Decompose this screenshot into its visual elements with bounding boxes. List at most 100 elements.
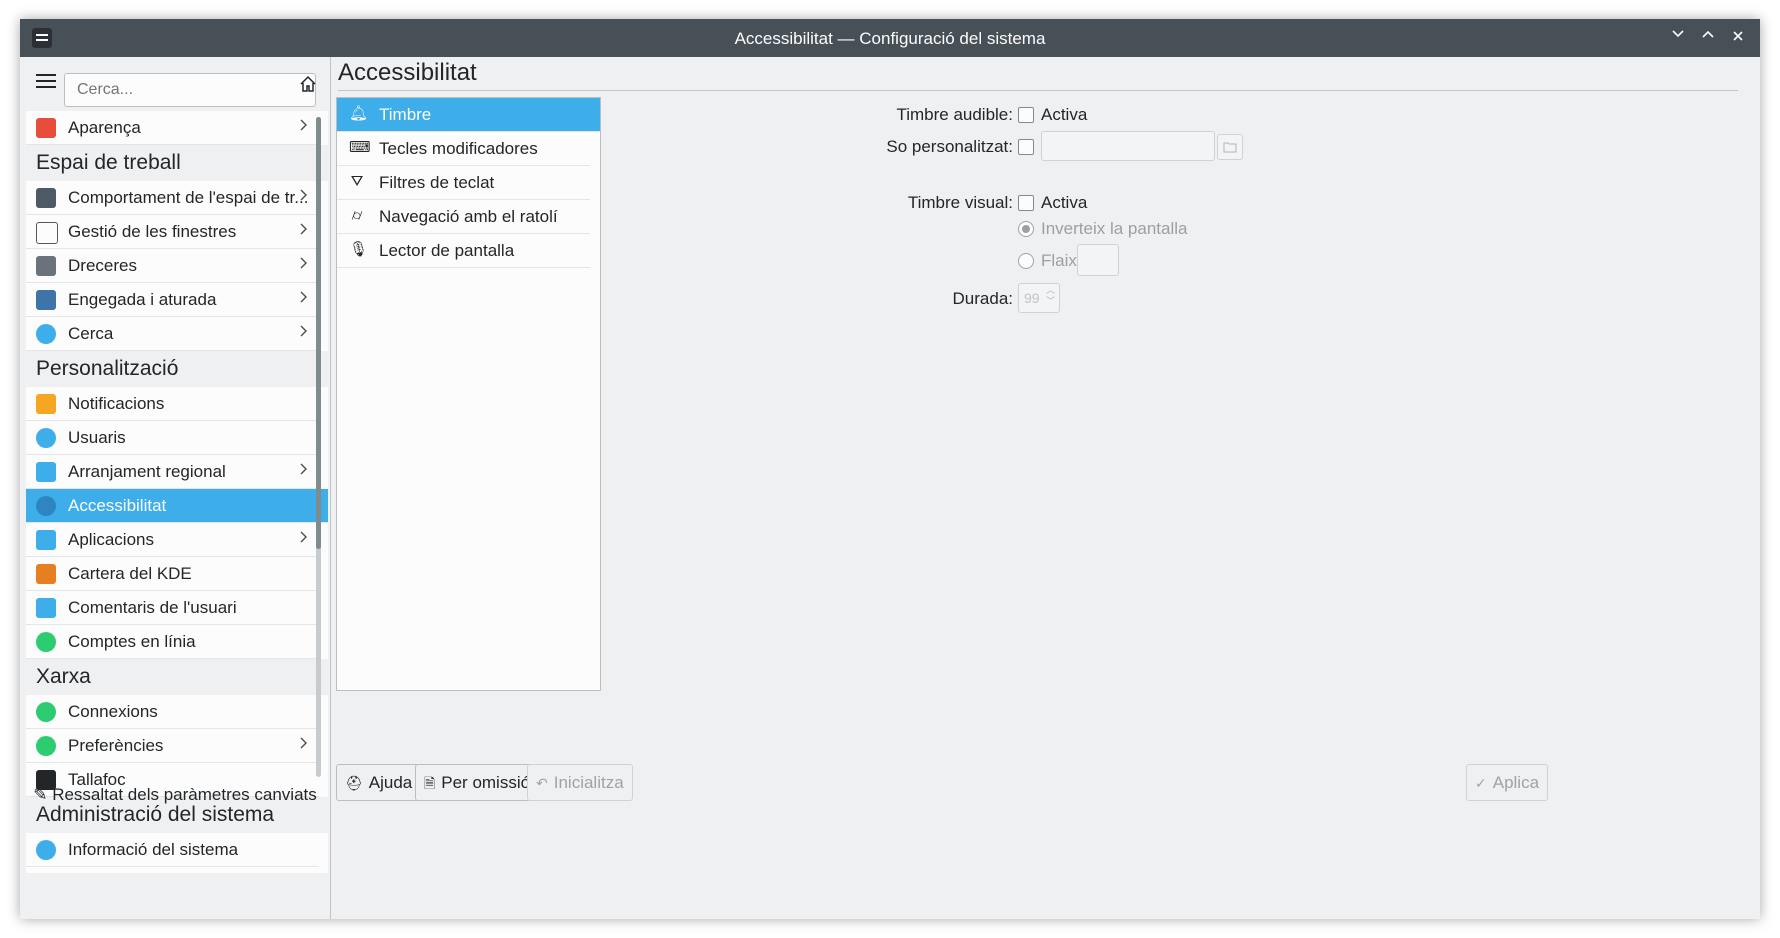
titlebar[interactable]: Accessibilitat — Configuració del sistem… — [20, 19, 1760, 57]
checkmark-icon: ✓ — [1475, 775, 1487, 791]
globe-icon — [36, 702, 56, 722]
section-item[interactable]: 🔔︎ Timbre — [337, 98, 600, 132]
sidebar-item[interactable]: Aparença — [26, 111, 319, 145]
defaults-button[interactable]: 🗎 Per omissió — [415, 764, 540, 801]
feedback-icon — [36, 598, 56, 618]
flash-radio[interactable] — [1018, 253, 1034, 269]
section-item[interactable]: 🎙︎ Lector de pantalla — [337, 234, 590, 268]
visual-bell-checkbox-label[interactable]: Activa — [1041, 193, 1087, 213]
chevron-right-icon — [299, 187, 309, 208]
wallet-icon — [36, 564, 56, 584]
search-input[interactable] — [64, 73, 316, 107]
sidebar-item-label: Accessibilitat — [68, 496, 167, 515]
home-button[interactable] — [298, 74, 320, 96]
sidebar-item-label: Engegada i aturada — [68, 290, 217, 309]
audible-bell-checkbox-label[interactable]: Activa — [1041, 105, 1087, 125]
sidebar-item[interactable]: Informació del sistema — [26, 833, 319, 867]
undo-icon: ↶ — [536, 775, 548, 791]
close-button[interactable] — [1726, 25, 1750, 49]
info-icon — [36, 840, 56, 860]
sidebar-item-label: Comportament de l'espai de tr... — [68, 188, 309, 207]
section-list: 🔔︎ Timbre ⌨ Tecles modificadores ⛛ Filtres de… — [336, 97, 601, 691]
sidebar-divider — [330, 57, 331, 919]
section-item[interactable]: ⛛ Filtres de teclat — [337, 166, 590, 200]
custom-sound-checkbox[interactable] — [1018, 139, 1034, 155]
flash-color-button[interactable] — [1077, 244, 1119, 276]
chat-icon — [36, 462, 56, 482]
chevron-right-icon — [299, 735, 309, 756]
document-icon: 🗎 — [424, 775, 436, 791]
sidebar-item[interactable]: Comportament de l'espai de tr... — [26, 181, 319, 215]
workspace-icon — [36, 188, 56, 208]
section-item-label: Timbre — [379, 105, 432, 124]
section-item[interactable]: ⌨ Tecles modificadores — [337, 132, 590, 166]
chevron-right-icon — [299, 323, 309, 344]
sidebar-item-label: Comentaris de l'usuari — [68, 598, 237, 617]
users-icon — [36, 428, 56, 448]
section-item[interactable]: ⌭ Navegació amb el ratolí — [337, 200, 590, 234]
chevron-right-icon — [299, 461, 309, 482]
sidebar-item[interactable]: Preferències — [26, 729, 319, 763]
sidebar-item-label: Usuaris — [68, 428, 126, 447]
chevron-right-icon — [299, 255, 309, 276]
sidebar-item-label: Informació del sistema — [68, 840, 239, 859]
sidebar-item[interactable]: Usuaris — [26, 421, 319, 455]
maximize-button[interactable] — [1696, 25, 1720, 49]
defaults-button-label: Per omissió — [441, 773, 531, 792]
sidebar-item[interactable]: Notificacions — [26, 387, 319, 421]
sidebar-group-header: Espai de treball — [26, 145, 328, 181]
sidebar-group-header: Xarxa — [26, 659, 328, 695]
microphone-icon: 🎙︎ — [349, 241, 369, 258]
visual-bell-label: Timbre visual: — [907, 193, 1013, 212]
chevron-up-icon — [1702, 30, 1714, 38]
visual-bell-checkbox[interactable] — [1018, 195, 1034, 211]
sidebar-item[interactable]: Actualització de programari — [26, 867, 319, 873]
accessibility-icon — [36, 496, 56, 516]
sidebar-item[interactable]: Gestió de les finestres — [26, 215, 319, 249]
sidebar-group-header: Personalització — [26, 351, 328, 387]
keyboard-outline-icon: ⌨ — [349, 139, 371, 156]
sidebar-item[interactable]: Engegada i aturada — [26, 283, 319, 317]
sidebar-item[interactable]: Connexions — [26, 695, 319, 729]
section-item-label: Tecles modificadores — [379, 139, 538, 158]
spin-arrows-icon[interactable]: ︿ ﹀ — [1046, 285, 1055, 307]
custom-sound-path-field[interactable] — [1041, 131, 1215, 161]
sidebar: Aparença Espai de treball Comportament de … — [20, 57, 371, 919]
highlight-changed-settings-label: Ressaltat dels paràmetres canviats — [52, 785, 317, 804]
duration-value: 99 — [1024, 290, 1040, 306]
sidebar-item[interactable]: Comentaris de l'usuari — [26, 591, 319, 625]
highlight-changed-settings-button[interactable]: ✎ Ressaltat dels paràmetres canviats — [20, 779, 330, 813]
sidebar-item[interactable]: Accessibilitat — [26, 489, 328, 523]
section-item-label: Lector de pantalla — [379, 241, 515, 260]
chevron-down-icon — [1672, 30, 1684, 38]
home-icon — [300, 75, 316, 92]
audible-bell-checkbox[interactable] — [1018, 107, 1034, 123]
hamburger-menu-icon[interactable] — [36, 71, 56, 91]
duration-spinbox[interactable]: 99 ︿ ﹀ — [1018, 283, 1060, 313]
sidebar-item-label: Gestió de les finestres — [68, 222, 237, 241]
browse-sound-button[interactable] — [1217, 134, 1243, 160]
invert-screen-label[interactable]: Inverteix la pantalla — [1041, 219, 1187, 239]
flash-label[interactable]: Flaix — [1041, 251, 1077, 271]
sidebar-item[interactable]: Aplicacions — [26, 523, 319, 557]
sidebar-item[interactable]: Cerca — [26, 317, 319, 351]
chevron-right-icon — [299, 221, 309, 242]
help-button[interactable]: ⛑ Ajuda — [336, 764, 422, 801]
invert-screen-radio[interactable] — [1018, 221, 1034, 237]
search-icon — [36, 324, 56, 344]
sidebar-item[interactable]: Comptes en línia — [26, 625, 319, 659]
sidebar-item[interactable]: Arranjament regional — [26, 455, 319, 489]
sidebar-item[interactable]: Dreceres — [26, 249, 319, 283]
reset-button[interactable]: ↶ Inicialitza — [527, 764, 633, 801]
minimize-button[interactable] — [1666, 25, 1690, 49]
appearance-icon — [36, 118, 56, 138]
sidebar-item[interactable]: Cartera del KDE — [26, 557, 319, 591]
sidebar-item-label: Dreceres — [68, 256, 137, 275]
sidebar-item-label: Cerca — [68, 324, 114, 343]
apply-button-label: Aplica — [1492, 773, 1540, 792]
window-icon — [36, 222, 58, 244]
chevron-right-icon — [299, 529, 309, 550]
apply-button[interactable]: ✓ Aplica — [1466, 764, 1549, 801]
duration-label: Durada: — [952, 289, 1013, 308]
sidebar-scrollbar-thumb[interactable] — [316, 117, 321, 549]
